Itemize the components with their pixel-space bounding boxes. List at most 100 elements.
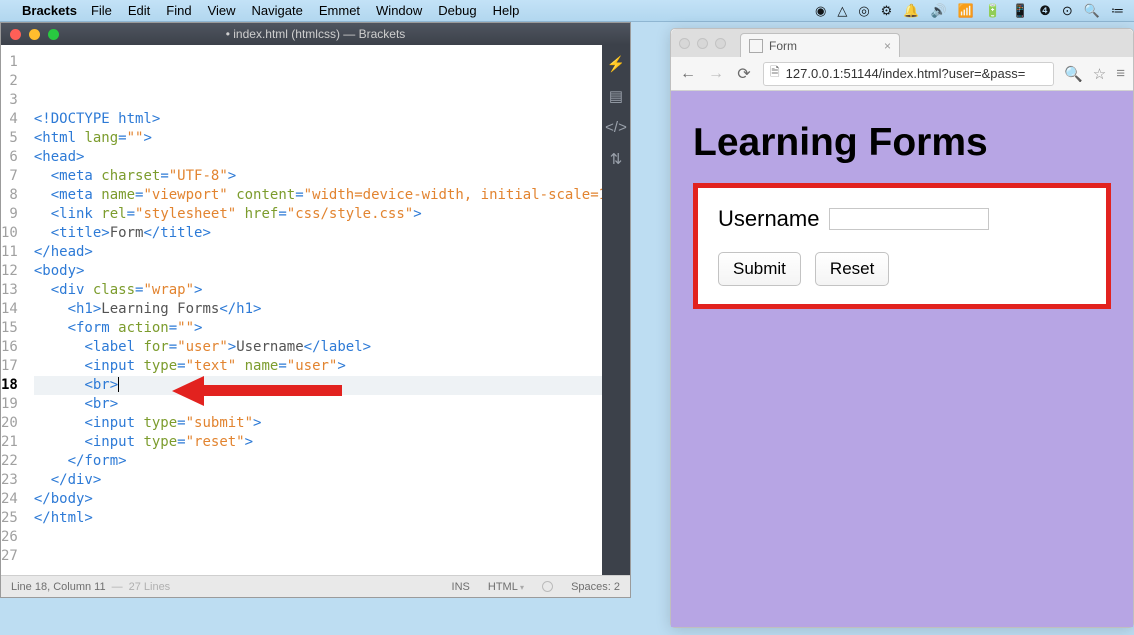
- status-icon[interactable]: ◎: [858, 3, 869, 19]
- code-line[interactable]: <label for="user">Username</label>: [34, 338, 602, 357]
- mac-menu-bar: Brackets File Edit Find View Navigate Emmet Wi…: [0, 0, 1134, 22]
- status-icon[interactable]: ◉: [815, 3, 826, 19]
- code-line[interactable]: <link rel="stylesheet" href="css/style.c…: [34, 205, 602, 224]
- status-icon[interactable]: 📶: [958, 3, 974, 19]
- code-line[interactable]: <html lang="">: [34, 129, 602, 148]
- line-number[interactable]: 8: [1, 186, 18, 205]
- reader-icon[interactable]: 🔍: [1064, 65, 1083, 83]
- code-line[interactable]: <body>: [34, 262, 602, 281]
- username-input[interactable]: [829, 208, 989, 230]
- menu-file[interactable]: File: [91, 3, 112, 18]
- line-number[interactable]: 25: [1, 509, 18, 528]
- bookmark-icon[interactable]: ☆: [1093, 65, 1106, 83]
- line-number[interactable]: 17: [1, 357, 18, 376]
- code-line[interactable]: <title>Form</title>: [34, 224, 602, 243]
- line-number[interactable]: 12: [1, 262, 18, 281]
- status-icon[interactable]: ❹: [1039, 3, 1051, 19]
- insert-mode[interactable]: INS: [452, 581, 470, 593]
- status-tray: ◉ △ ◎ ⚙ 🔔 🔊 📶 🔋 📱 ❹ ⊙ 🔍 ≔: [815, 3, 1124, 19]
- status-icon[interactable]: 🔋: [985, 3, 1001, 19]
- status-icon[interactable]: 🔔: [903, 3, 919, 19]
- tab-strip: Form ×: [671, 29, 1133, 57]
- line-number[interactable]: 4: [1, 110, 18, 129]
- line-number[interactable]: 9: [1, 205, 18, 224]
- address-bar[interactable]: 🗎 127.0.0.1:51144/index.html?user=&pass=: [763, 62, 1054, 86]
- line-number[interactable]: 18: [1, 376, 18, 395]
- app-name[interactable]: Brackets: [22, 3, 77, 18]
- live-preview-icon[interactable]: ⚡: [607, 55, 626, 73]
- menu-debug[interactable]: Debug: [438, 3, 476, 18]
- status-icon[interactable]: 🔊: [931, 3, 947, 19]
- menu-find[interactable]: Find: [166, 3, 191, 18]
- line-number[interactable]: 23: [1, 471, 18, 490]
- line-number[interactable]: 5: [1, 129, 18, 148]
- code-line[interactable]: <!DOCTYPE html>: [34, 110, 602, 129]
- forward-button[interactable]: →: [707, 65, 725, 83]
- status-icon[interactable]: ≔: [1111, 3, 1124, 19]
- reset-button[interactable]: Reset: [815, 252, 889, 286]
- window-title: index.html (htmlcss) — Brackets: [233, 27, 405, 41]
- line-number[interactable]: 3: [1, 91, 18, 110]
- status-icon[interactable]: 📱: [1012, 3, 1028, 19]
- indent-setting[interactable]: Spaces: 2: [571, 581, 620, 593]
- code-line[interactable]: </div>: [34, 471, 602, 490]
- extension-sidebar[interactable]: ⚡ ▤ </> ⇅: [602, 45, 630, 575]
- code-line[interactable]: <br>: [34, 395, 602, 414]
- language-mode[interactable]: HTML: [488, 581, 524, 593]
- status-bar: Line 18, Column 11 — 27 Lines INS HTML S…: [1, 575, 630, 597]
- line-number[interactable]: 20: [1, 414, 18, 433]
- close-tab-icon[interactable]: ×: [884, 39, 891, 53]
- line-number[interactable]: 7: [1, 167, 18, 186]
- code-line[interactable]: </head>: [34, 243, 602, 262]
- line-number[interactable]: 6: [1, 148, 18, 167]
- menu-edit[interactable]: Edit: [128, 3, 150, 18]
- line-number[interactable]: 13: [1, 281, 18, 300]
- code-line[interactable]: <form action="">: [34, 319, 602, 338]
- submit-button[interactable]: Submit: [718, 252, 801, 286]
- code-line[interactable]: <input type="submit">: [34, 414, 602, 433]
- code-line[interactable]: </form>: [34, 452, 602, 471]
- line-number[interactable]: 10: [1, 224, 18, 243]
- code-line[interactable]: <h1>Learning Forms</h1>: [34, 300, 602, 319]
- extension-icon[interactable]: </>: [605, 119, 627, 136]
- line-number[interactable]: 16: [1, 338, 18, 357]
- line-number[interactable]: 24: [1, 490, 18, 509]
- code-line[interactable]: </body>: [34, 490, 602, 509]
- line-number[interactable]: 27: [1, 547, 18, 566]
- code-line[interactable]: <head>: [34, 148, 602, 167]
- menu-window[interactable]: Window: [376, 3, 422, 18]
- status-icon[interactable]: ⚙: [881, 3, 893, 19]
- extension-icon[interactable]: ▤: [609, 87, 623, 105]
- code-line[interactable]: <meta name="viewport" content="width=dev…: [34, 186, 602, 205]
- lint-status-icon[interactable]: [542, 581, 553, 592]
- menu-emmet[interactable]: Emmet: [319, 3, 360, 18]
- menu-icon[interactable]: ≡: [1116, 65, 1125, 82]
- reload-button[interactable]: ⟳: [735, 64, 753, 84]
- code-line[interactable]: <div class="wrap">: [34, 281, 602, 300]
- line-number[interactable]: 14: [1, 300, 18, 319]
- menu-navigate[interactable]: Navigate: [252, 3, 303, 18]
- line-number[interactable]: 15: [1, 319, 18, 338]
- status-icon[interactable]: △: [837, 3, 847, 19]
- code-line[interactable]: <input type="text" name="user">: [34, 357, 602, 376]
- window-controls[interactable]: [679, 38, 726, 49]
- status-icon[interactable]: ⊙: [1062, 3, 1073, 19]
- line-number[interactable]: 11: [1, 243, 18, 262]
- menu-view[interactable]: View: [208, 3, 236, 18]
- code-line[interactable]: <br>: [34, 376, 602, 395]
- extension-icon[interactable]: ⇅: [610, 150, 623, 168]
- menu-help[interactable]: Help: [493, 3, 520, 18]
- code-line[interactable]: <meta charset="UTF-8">: [34, 167, 602, 186]
- browser-tab[interactable]: Form ×: [740, 33, 900, 57]
- line-number[interactable]: 2: [1, 72, 18, 91]
- code-editor[interactable]: 1234567891011121314151617181920212223242…: [1, 45, 602, 575]
- code-line[interactable]: </html>: [34, 509, 602, 528]
- line-number[interactable]: 1: [1, 53, 18, 72]
- line-number[interactable]: 19: [1, 395, 18, 414]
- status-icon[interactable]: 🔍: [1084, 3, 1100, 19]
- line-number[interactable]: 22: [1, 452, 18, 471]
- back-button[interactable]: ←: [679, 65, 697, 83]
- line-number[interactable]: 21: [1, 433, 18, 452]
- code-line[interactable]: <input type="reset">: [34, 433, 602, 452]
- line-number[interactable]: 26: [1, 528, 18, 547]
